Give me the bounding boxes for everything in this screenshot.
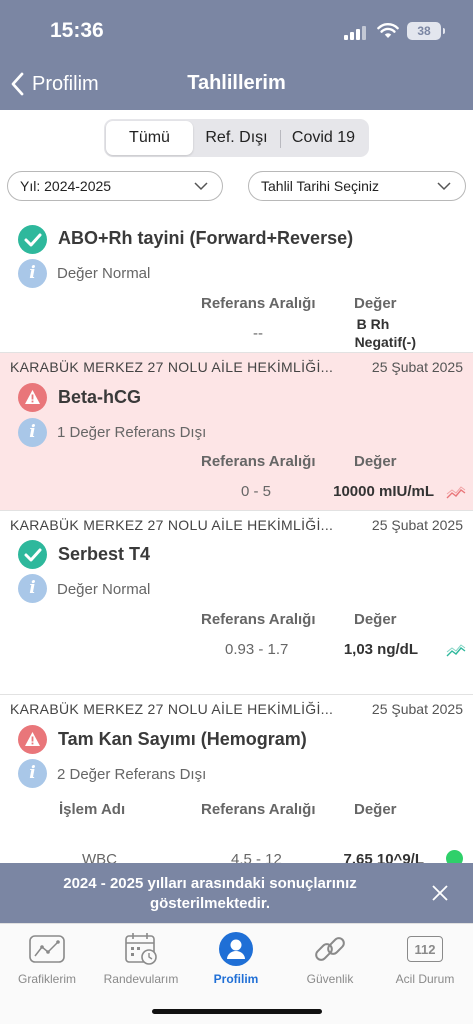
- result-value-line2: Negatif(-): [354, 334, 416, 350]
- link-icon: [315, 937, 345, 961]
- range-header: Referans Aralığı: [201, 295, 316, 312]
- value-header: Değer: [354, 801, 397, 818]
- lab-name: KARABÜK MERKEZ 27 NOLU AİLE HEKİMLİĞİ...: [10, 359, 334, 375]
- check-icon: [18, 225, 47, 254]
- calendar-icon: [125, 933, 157, 965]
- chevron-down-icon: [194, 182, 208, 191]
- row-value: 7.65 10^9/L: [343, 851, 424, 863]
- test-name: Serbest T4: [58, 544, 151, 564]
- tab-security[interactable]: Güvenlik: [284, 930, 376, 986]
- tab-label: Randevularım: [103, 972, 179, 986]
- result-summary: 2 Değer Referans Dışı: [57, 766, 207, 783]
- date-select-value: Tahlil Tarihi Seçiniz: [261, 178, 380, 194]
- result-date: 25 Şubat 2025: [371, 701, 463, 717]
- result-value: 1,03 ng/dL: [343, 641, 418, 658]
- test-name: Tam Kan Sayımı (Hemogram): [58, 729, 307, 749]
- tab-label: Acil Durum: [395, 972, 455, 986]
- segment-control: Tümü Ref. Dışı Covid 19: [104, 119, 369, 157]
- year-select-value: Yıl: 2024-2025: [20, 178, 112, 194]
- info-icon: i: [18, 418, 47, 447]
- result-card[interactable]: ABO+Rh tayini (Forward+Reverse) i Değer …: [0, 213, 473, 351]
- result-summary: Değer Normal: [57, 265, 151, 282]
- reference-range: 0.93 - 1.7: [225, 641, 289, 658]
- close-icon[interactable]: [432, 885, 448, 901]
- reference-range: 0 - 5: [241, 483, 272, 500]
- name-header: İşlem Adı: [59, 801, 126, 818]
- value-header: Değer: [354, 453, 397, 470]
- signal-icon: [344, 25, 370, 40]
- result-date: 25 Şubat 2025: [371, 359, 463, 375]
- emergency-112-icon: 112: [407, 936, 443, 962]
- profile-icon: [219, 932, 253, 966]
- reference-range: --: [253, 325, 263, 342]
- nav-bar: Profilim Tahlillerim: [0, 62, 473, 106]
- result-summary: Değer Normal: [57, 581, 151, 598]
- home-indicator: [152, 1009, 322, 1014]
- info-icon: i: [18, 759, 47, 788]
- row-name: WBC: [82, 851, 117, 863]
- trend-chart-icon[interactable]: [446, 644, 466, 658]
- lab-name: KARABÜK MERKEZ 27 NOLU AİLE HEKİMLİĞİ...: [10, 517, 334, 533]
- wifi-icon: [377, 23, 399, 38]
- tab-label: Profilim: [213, 972, 259, 986]
- range-header: Referans Aralığı: [201, 611, 316, 628]
- segment-covid[interactable]: Covid 19: [280, 121, 367, 155]
- date-select[interactable]: Tahlil Tarihi Seçiniz: [248, 171, 466, 201]
- result-date: 25 Şubat 2025: [371, 517, 463, 533]
- test-name: Beta-hCG: [58, 387, 142, 407]
- value-header: Değer: [354, 295, 397, 312]
- page-title: Tahlillerim: [187, 72, 286, 94]
- result-summary: 1 Değer Referans Dışı: [57, 424, 207, 441]
- range-header: Referans Aralığı: [201, 453, 316, 470]
- tab-emergency[interactable]: 112 Acil Durum: [379, 930, 471, 986]
- warning-icon: [18, 383, 47, 412]
- status-time: 15:36: [50, 19, 104, 42]
- info-icon: i: [18, 259, 47, 288]
- result-card[interactable]: KARABÜK MERKEZ 27 NOLU AİLE HEKİMLİĞİ...…: [0, 510, 473, 694]
- header-bar: 15:36 38 Profilim Tahlillerim: [0, 0, 473, 110]
- tab-profile[interactable]: Profilim: [190, 930, 282, 986]
- test-name: ABO+Rh tayini (Forward+Reverse): [58, 228, 354, 248]
- chevron-down-icon: [437, 182, 451, 191]
- result-card[interactable]: KARABÜK MERKEZ 27 NOLU AİLE HEKİMLİĞİ...…: [0, 352, 473, 510]
- battery-icon: 38: [407, 22, 445, 40]
- chart-icon: [29, 935, 65, 963]
- result-value: 10000 mIU/mL: [333, 483, 434, 500]
- tab-label: Güvenlik: [306, 972, 354, 986]
- status-dot: [446, 850, 463, 863]
- status-bar: 15:36 38: [0, 0, 473, 62]
- warning-icon: [18, 725, 47, 754]
- result-value-line1: B Rh: [356, 316, 390, 332]
- segment-out-of-range[interactable]: Ref. Dışı: [193, 121, 280, 155]
- tab-label: Grafiklerim: [17, 972, 76, 986]
- row-range: 4.5 - 12: [231, 851, 282, 863]
- check-icon: [18, 540, 47, 569]
- result-card[interactable]: KARABÜK MERKEZ 27 NOLU AİLE HEKİMLİĞİ...…: [0, 694, 473, 863]
- value-header: Değer: [354, 611, 397, 628]
- lab-name: KARABÜK MERKEZ 27 NOLU AİLE HEKİMLİĞİ...: [10, 701, 334, 717]
- year-select[interactable]: Yıl: 2024-2025: [7, 171, 223, 201]
- tab-graphs[interactable]: Grafiklerim: [1, 930, 93, 986]
- info-icon: i: [18, 574, 47, 603]
- info-toast: 2024 - 2025 yılları arasındaki sonuçları…: [0, 863, 473, 923]
- range-header: Referans Aralığı: [201, 801, 316, 818]
- trend-chart-icon[interactable]: [446, 486, 466, 500]
- tab-appointments[interactable]: Randevularım: [95, 930, 187, 986]
- toast-message: 2024 - 2025 yılları arasındaki sonuçları…: [63, 875, 357, 912]
- segment-all[interactable]: Tümü: [106, 121, 193, 155]
